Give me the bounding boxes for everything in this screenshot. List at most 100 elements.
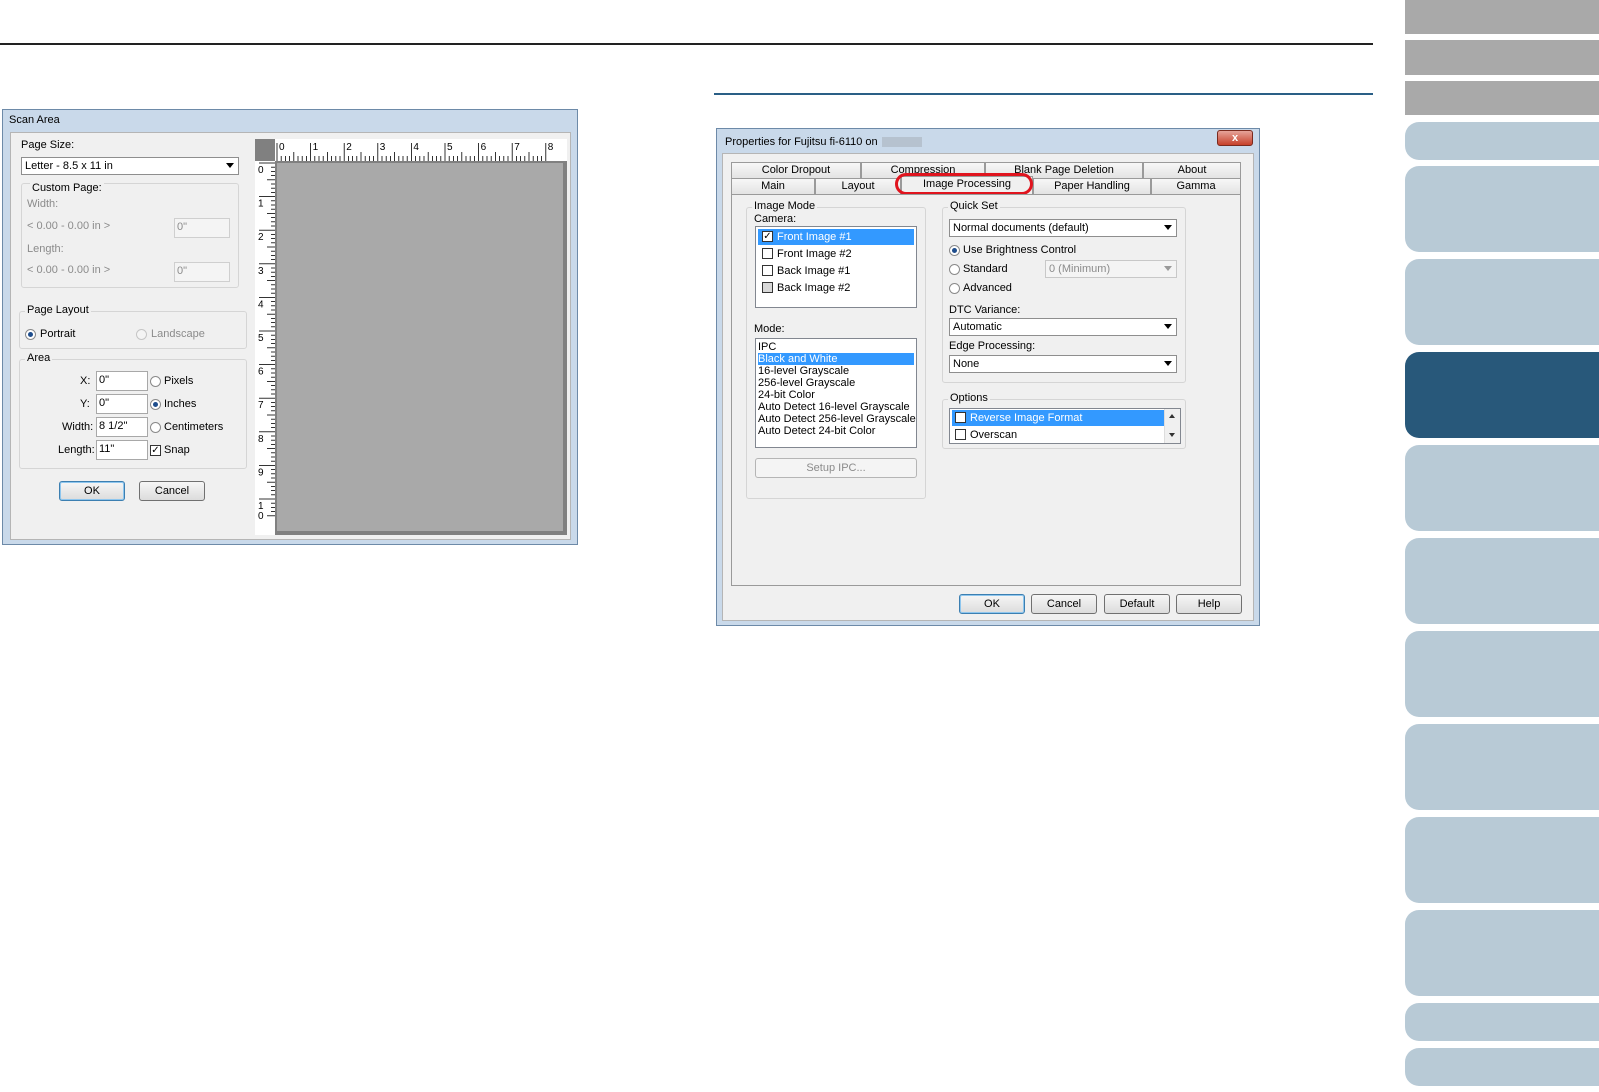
advanced-label[interactable]: Advanced xyxy=(963,282,1012,294)
options-group: Options Reverse Image Format Overscan xyxy=(942,392,1186,449)
edge-dropdown[interactable]: None xyxy=(949,355,1177,373)
page-size-dropdown[interactable]: Letter - 8.5 x 11 in xyxy=(21,157,239,175)
ruler-label: 6 xyxy=(481,142,487,153)
nav-tab-index[interactable] xyxy=(1405,1048,1599,1086)
inches-label[interactable]: Inches xyxy=(164,398,196,410)
area-length-label: Length: xyxy=(58,444,95,456)
nav-tab-top-1[interactable] xyxy=(1405,0,1599,34)
camera-item[interactable]: Front Image #2 xyxy=(758,246,914,262)
default-button[interactable]: Default xyxy=(1104,594,1170,614)
standard-label[interactable]: Standard xyxy=(963,263,1008,275)
chevron-down-icon xyxy=(1164,324,1172,329)
inches-radio[interactable] xyxy=(150,399,161,410)
setup-ipc-button[interactable]: Setup IPC... xyxy=(755,458,917,478)
nav-tab-chapter-10[interactable] xyxy=(1405,910,1599,996)
snap-label[interactable]: Snap xyxy=(164,444,190,456)
ruler-label: 4 xyxy=(413,142,419,153)
edge-value: None xyxy=(953,358,980,370)
camera-item[interactable]: Back Image #1 xyxy=(758,263,914,279)
ruler-label: 0 xyxy=(258,511,264,522)
tab-layout[interactable]: Layout xyxy=(815,178,901,194)
nav-tab-chapter-7[interactable] xyxy=(1405,631,1599,717)
scan-preview[interactable] xyxy=(277,163,563,531)
x-field[interactable]: 0" xyxy=(96,371,148,391)
nav-tab-chapter-4[interactable] xyxy=(1405,352,1599,438)
mode-item[interactable]: Auto Detect 24-bit Color xyxy=(758,425,914,437)
mode-list[interactable]: IPC Black and White 16-level Grayscale 2… xyxy=(755,338,917,448)
mode-item[interactable]: 16-level Grayscale xyxy=(758,365,914,377)
portrait-radio[interactable] xyxy=(25,329,36,340)
tab-paper-handling[interactable]: Paper Handling xyxy=(1033,178,1151,194)
quick-set-label: Quick Set xyxy=(948,200,1000,212)
camera-checkbox[interactable] xyxy=(762,265,773,276)
tab-main[interactable]: Main xyxy=(731,178,815,194)
help-button[interactable]: Help xyxy=(1176,594,1242,614)
mode-item[interactable]: Auto Detect 16-level Grayscale xyxy=(758,401,914,413)
tab-gamma[interactable]: Gamma xyxy=(1151,178,1241,194)
pixels-radio[interactable] xyxy=(150,376,161,387)
custom-length-field[interactable]: 0" xyxy=(174,262,230,282)
horizontal-ruler: 0 1 2 3 4 5 6 7 8 xyxy=(275,139,567,161)
ruler-label: 4 xyxy=(258,299,264,310)
ok-button[interactable]: OK xyxy=(59,481,125,501)
nav-tab-chapter-8[interactable] xyxy=(1405,724,1599,810)
ok-button[interactable]: OK xyxy=(959,594,1025,614)
option-item[interactable]: Reverse Image Format xyxy=(952,410,1164,426)
area-width-field[interactable]: 8 1/2" xyxy=(96,417,148,437)
camera-item[interactable]: ✓ Front Image #1 xyxy=(758,229,914,245)
portrait-label[interactable]: Portrait xyxy=(40,328,75,340)
mode-item[interactable]: Black and White xyxy=(758,353,914,365)
centimeters-label[interactable]: Centimeters xyxy=(164,421,223,433)
standard-radio[interactable] xyxy=(949,264,960,275)
quick-set-dropdown[interactable]: Normal documents (default) xyxy=(949,219,1177,237)
nav-tab-top-2[interactable] xyxy=(1405,40,1599,75)
camera-item-label: Front Image #2 xyxy=(777,248,852,260)
x-label: X: xyxy=(80,375,91,387)
centimeters-radio[interactable] xyxy=(150,422,161,433)
nav-tab-chapter-3[interactable] xyxy=(1405,259,1599,345)
cancel-button[interactable]: Cancel xyxy=(139,481,205,501)
cancel-button[interactable]: Cancel xyxy=(1031,594,1097,614)
camera-checkbox[interactable]: ✓ xyxy=(762,231,773,242)
mode-item[interactable]: 256-level Grayscale xyxy=(758,377,914,389)
camera-checkbox[interactable] xyxy=(762,248,773,259)
tab-color-dropout[interactable]: Color Dropout xyxy=(731,162,861,178)
tab-about[interactable]: About xyxy=(1143,162,1241,178)
use-brightness-label[interactable]: Use Brightness Control xyxy=(963,244,1076,256)
use-brightness-radio[interactable] xyxy=(949,245,960,256)
standard-dropdown[interactable]: 0 (Minimum) xyxy=(1045,260,1177,278)
landscape-label[interactable]: Landscape xyxy=(151,328,205,340)
nav-tab-chapter-9[interactable] xyxy=(1405,817,1599,903)
advanced-radio[interactable] xyxy=(949,283,960,294)
scroll-up-icon[interactable] xyxy=(1169,414,1175,418)
scroll-down-icon[interactable] xyxy=(1169,433,1175,437)
options-scrollbar[interactable] xyxy=(1164,409,1180,443)
option-checkbox[interactable] xyxy=(955,412,966,423)
nav-tab-chapter-6[interactable] xyxy=(1405,538,1599,624)
nav-tab-top-3[interactable] xyxy=(1405,81,1599,115)
dtc-dropdown[interactable]: Automatic xyxy=(949,318,1177,336)
close-button[interactable]: x xyxy=(1217,130,1253,146)
camera-checkbox[interactable] xyxy=(762,282,773,293)
landscape-radio[interactable] xyxy=(136,329,147,340)
tab-body: Image Mode Camera: ✓ Front Image #1 Fron… xyxy=(731,194,1241,586)
options-list[interactable]: Reverse Image Format Overscan xyxy=(949,408,1181,444)
y-field[interactable]: 0" xyxy=(96,394,148,414)
mode-item[interactable]: IPC xyxy=(758,341,914,353)
camera-item[interactable]: Back Image #2 xyxy=(758,280,914,296)
nav-tab-chapter-2[interactable] xyxy=(1405,166,1599,252)
camera-list[interactable]: ✓ Front Image #1 Front Image #2 Back Ima… xyxy=(755,226,917,308)
option-checkbox[interactable] xyxy=(955,429,966,440)
option-item[interactable]: Overscan xyxy=(952,427,1164,443)
snap-checkbox[interactable]: ✓ xyxy=(150,445,161,456)
nav-tab-chapter-5[interactable] xyxy=(1405,445,1599,531)
custom-width-field[interactable]: 0" xyxy=(174,218,230,238)
nav-tab-chapter-1[interactable] xyxy=(1405,122,1599,160)
mode-item[interactable]: 24-bit Color xyxy=(758,389,914,401)
nav-tab-appendix[interactable] xyxy=(1405,1003,1599,1041)
close-icon: x xyxy=(1231,132,1239,144)
area-length-field[interactable]: 11" xyxy=(96,440,148,460)
pixels-label[interactable]: Pixels xyxy=(164,375,193,387)
ruler-label: 8 xyxy=(548,142,554,153)
mode-item[interactable]: Auto Detect 256-level Grayscale xyxy=(758,413,916,425)
